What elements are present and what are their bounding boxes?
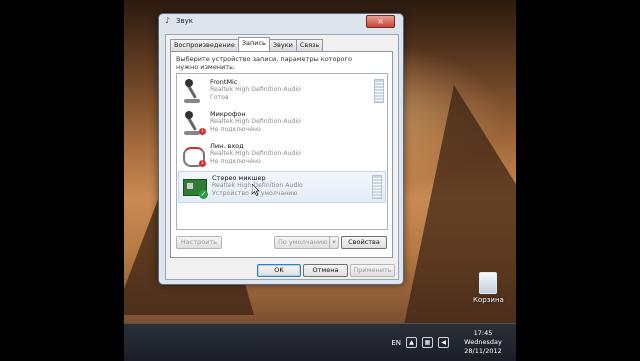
dialog-title: Звук bbox=[176, 17, 193, 25]
device-driver: Realtek High Definition Audio bbox=[210, 86, 301, 93]
recording-panel: Выберите устройство записи, параметры ко… bbox=[170, 51, 393, 258]
device-status: Не подключено bbox=[210, 158, 261, 165]
sound-card-icon: ✓ bbox=[183, 175, 208, 199]
properties-button[interactable]: Свойства bbox=[341, 236, 387, 249]
apply-button[interactable]: Применить bbox=[350, 264, 395, 277]
set-default-dropdown[interactable]: ▾ bbox=[329, 236, 339, 249]
cancel-button[interactable]: Отмена bbox=[303, 264, 348, 277]
recycle-bin[interactable]: Корзина bbox=[473, 272, 504, 304]
speaker-icon: ♪ bbox=[165, 16, 171, 25]
clock[interactable]: 17:45 Wednesday 28/11/2012 bbox=[454, 329, 512, 356]
not-connected-icon: ↓ bbox=[199, 160, 206, 167]
clock-day: Wednesday bbox=[464, 338, 502, 346]
configure-button[interactable]: Настроить bbox=[176, 236, 222, 249]
volume-icon[interactable]: ◀ bbox=[438, 337, 449, 348]
device-item-line-in[interactable]: ↓ Лин. вход Realtek High Definition Audi… bbox=[177, 140, 387, 170]
tab-sounds[interactable]: Звуки bbox=[268, 39, 297, 51]
chevron-down-icon: ▾ bbox=[332, 238, 336, 246]
sound-dialog: ♪ Звук × Воспроизведение Запись Звуки Св… bbox=[158, 13, 404, 285]
device-driver: Realtek High Definition Audio bbox=[210, 150, 301, 157]
recycle-bin-icon[interactable] bbox=[479, 272, 497, 294]
device-item-stereo-mix[interactable]: ✓ Стерео микшер Realtek High Definition … bbox=[178, 171, 386, 203]
microphone-icon bbox=[181, 79, 203, 103]
device-name: Микрофон bbox=[210, 110, 246, 118]
device-driver: Realtek High Definition Audio bbox=[210, 118, 301, 125]
tab-strip: Воспроизведение Запись Звуки Связь bbox=[170, 37, 324, 51]
device-name: FrontMic bbox=[210, 78, 238, 86]
clock-time: 17:45 bbox=[473, 329, 493, 337]
taskbar: EN ▲ ▦ ◀ 17:45 Wednesday 28/11/2012 bbox=[124, 323, 516, 361]
microphone-icon: ↓ bbox=[181, 111, 206, 135]
ok-button[interactable]: OK bbox=[257, 264, 301, 277]
network-icon[interactable]: ▦ bbox=[422, 337, 433, 348]
recycle-bin-label: Корзина bbox=[473, 296, 504, 304]
instruction-text: Выберите устройство записи, параметры ко… bbox=[176, 55, 352, 71]
device-list[interactable]: FrontMic Realtek High Definition Audio Г… bbox=[176, 73, 388, 230]
flag-icon[interactable]: ▲ bbox=[406, 337, 417, 348]
system-tray: EN ▲ ▦ ◀ 17:45 Wednesday 28/11/2012 bbox=[391, 324, 512, 361]
not-connected-icon: ↓ bbox=[199, 128, 206, 135]
line-in-icon: ↓ bbox=[181, 143, 206, 167]
dialog-body: Воспроизведение Запись Звуки Связь Выбер… bbox=[165, 34, 399, 280]
title-bar[interactable]: ♪ Звук × bbox=[159, 14, 403, 30]
device-name: Лин. вход bbox=[210, 142, 244, 150]
set-default-button[interactable]: По умолчанию bbox=[274, 236, 332, 249]
language-indicator[interactable]: EN bbox=[391, 339, 401, 347]
device-item-microphone[interactable]: ↓ Микрофон Realtek High Definition Audio… bbox=[177, 108, 387, 138]
mouse-cursor-icon bbox=[252, 184, 260, 196]
close-button[interactable]: × bbox=[366, 15, 395, 28]
device-status: Готов bbox=[210, 94, 229, 101]
tab-recording[interactable]: Запись bbox=[237, 37, 270, 51]
set-default-label: По умолчанию bbox=[278, 238, 328, 246]
tab-playback[interactable]: Воспроизведение bbox=[170, 39, 239, 51]
device-status: Не подключено bbox=[210, 126, 261, 133]
level-meter bbox=[372, 175, 382, 199]
default-device-check-icon: ✓ bbox=[199, 190, 208, 199]
clock-date: 28/11/2012 bbox=[464, 347, 502, 355]
level-meter bbox=[374, 79, 384, 103]
device-name: Стерео микшер bbox=[212, 174, 266, 182]
close-icon: × bbox=[377, 17, 384, 26]
tab-communications[interactable]: Связь bbox=[295, 39, 324, 51]
device-item-frontmic[interactable]: FrontMic Realtek High Definition Audio Г… bbox=[177, 76, 387, 106]
